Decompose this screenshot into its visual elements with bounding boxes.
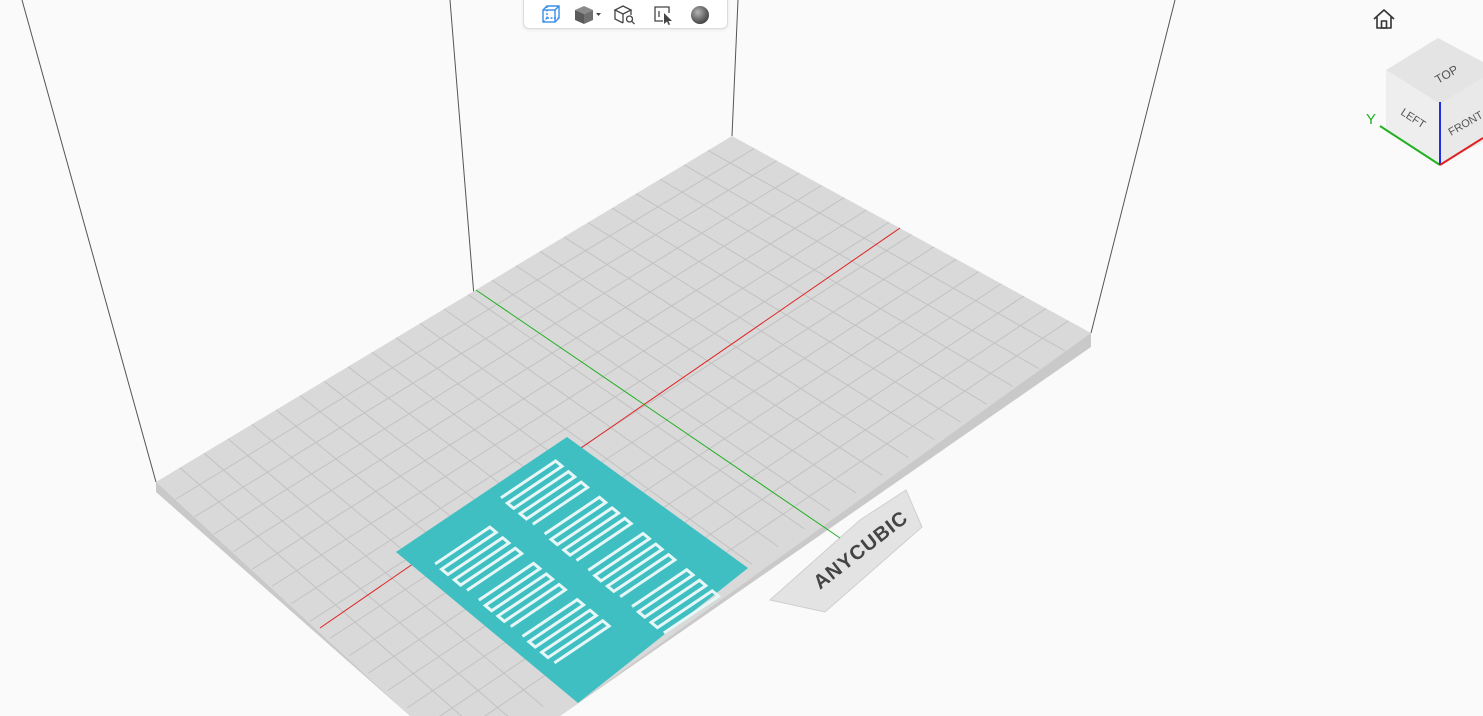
home-icon [1373,9,1395,29]
wireframe-cube-icon [541,4,560,23]
view-cube-graphic: TOP LEFT FRONT Y [1366,38,1483,166]
home-view-button[interactable] [1369,4,1399,34]
render-sphere-button[interactable] [685,2,715,28]
view-cube[interactable]: TOP LEFT FRONT Y [1360,34,1483,174]
perspective-view-button[interactable] [536,2,566,28]
view-cube-y-axis-label: Y [1366,111,1376,128]
solid-cube-dropdown-icon [575,5,602,24]
shading-mode-button[interactable] [573,2,603,28]
cube-magnifier-icon [614,4,636,24]
zoom-to-fit-button[interactable] [610,2,640,28]
sphere-icon [691,5,710,24]
scene-canvas[interactable]: ANYCUBIC [0,0,1483,716]
frame-cursor-icon [654,5,672,25]
3d-viewport[interactable]: ANYCUBIC TOP LEFT FRONT Y [0,0,1483,716]
view-toolbar [523,0,728,29]
select-tool-button[interactable] [648,2,678,28]
